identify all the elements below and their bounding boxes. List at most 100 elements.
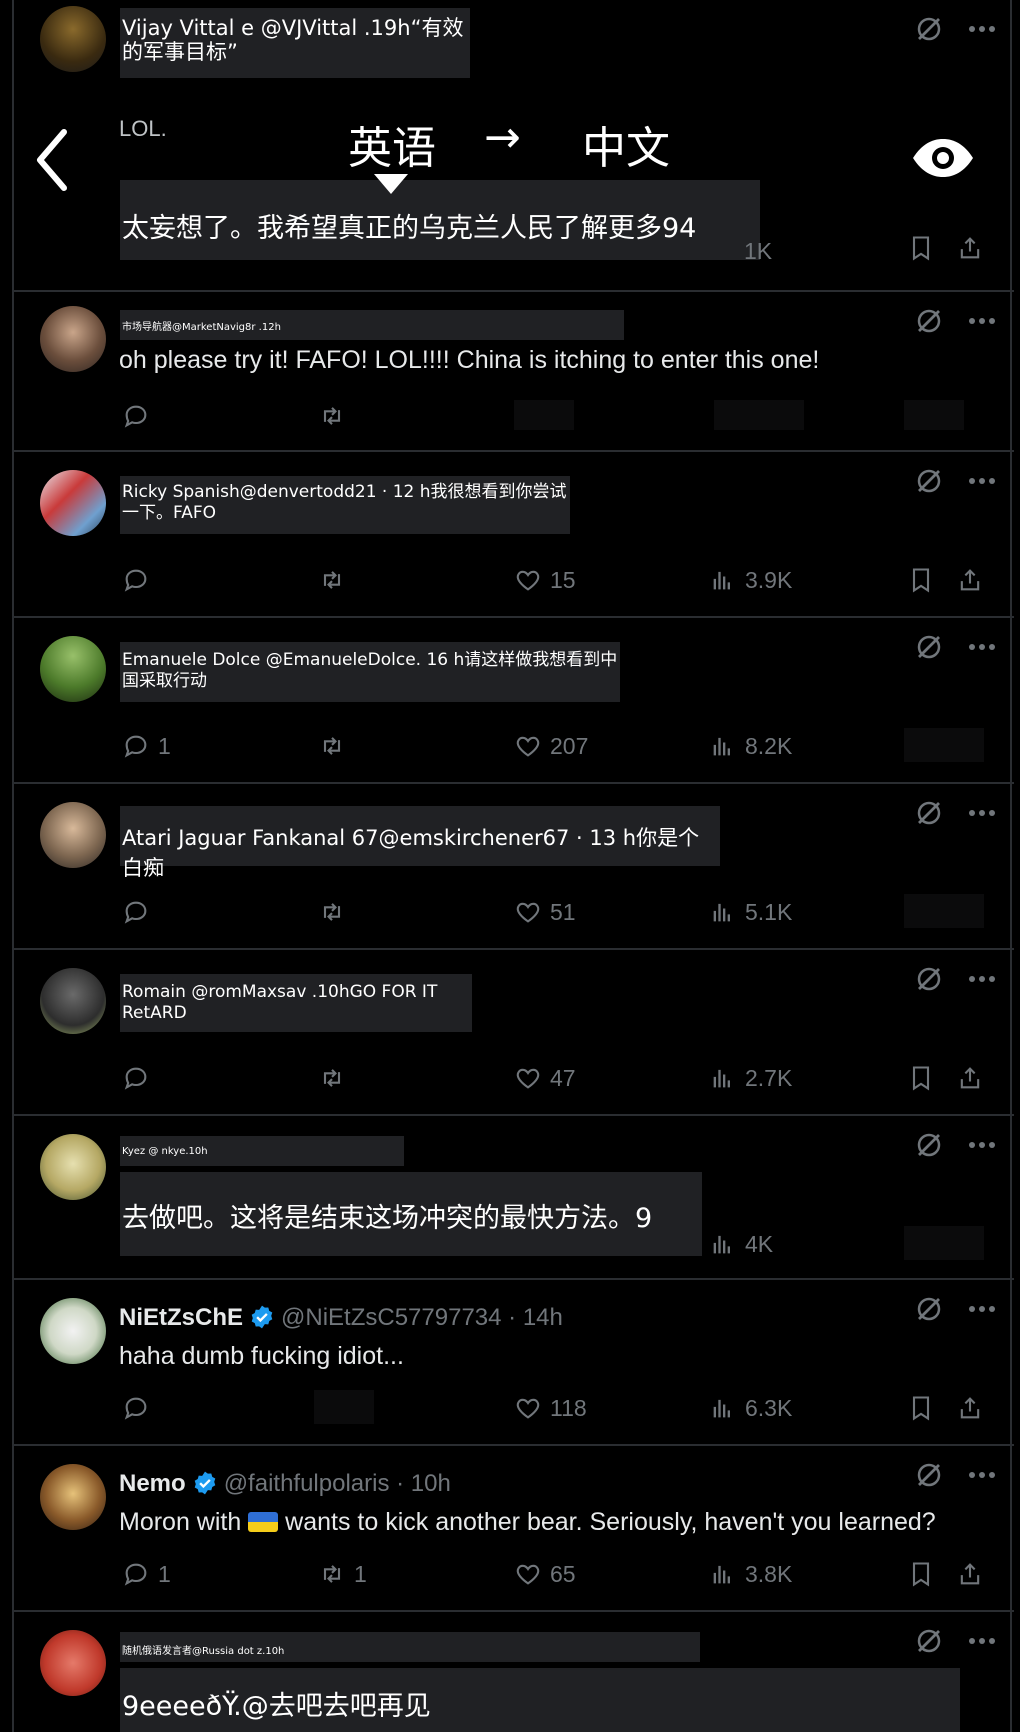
retweet-icon[interactable]	[318, 732, 346, 760]
grok-icon[interactable]	[914, 1294, 944, 1324]
tweet-menu	[914, 1130, 996, 1160]
reply-icon[interactable]	[122, 566, 150, 594]
views-button[interactable]: 4K	[709, 1230, 773, 1258]
bookmark-icon[interactable]	[907, 1394, 935, 1422]
like-button[interactable]: 118	[514, 1394, 587, 1422]
reply-icon[interactable]	[122, 402, 150, 430]
retweet-button[interactable]: 1	[318, 1560, 367, 1588]
translation-overlay: Kyez @ nkye.10h	[120, 1136, 404, 1166]
target-language-button[interactable]: 中文	[582, 112, 670, 176]
like-button[interactable]: 51	[514, 898, 576, 926]
grok-icon[interactable]	[914, 1130, 944, 1160]
views-button[interactable]: 3.8K	[709, 1560, 792, 1588]
heart-icon	[514, 1394, 542, 1422]
tweet[interactable]: NiEtZsChE @NiEtZsC57797734 · 14h haha dum…	[14, 1280, 1014, 1446]
grok-icon[interactable]	[914, 964, 944, 994]
tweet-body: oh please try it! FAFO! LOL!!!! China is…	[119, 346, 820, 374]
avatar[interactable]	[40, 1464, 106, 1530]
redacted-area	[714, 400, 804, 430]
views-button[interactable]: 2.7K	[709, 1064, 792, 1092]
avatar[interactable]	[40, 6, 106, 72]
grok-icon[interactable]	[914, 798, 944, 828]
reply-icon[interactable]	[122, 898, 150, 926]
views-button[interactable]: 8.2K	[709, 732, 792, 760]
avatar[interactable]	[40, 1298, 106, 1364]
avatar[interactable]	[40, 470, 106, 536]
tweet[interactable]: 市场导航器@MarketNavig8r .12h oh please try i…	[14, 292, 1014, 452]
reply-icon[interactable]	[122, 1394, 150, 1422]
verified-badge-icon	[192, 1470, 218, 1496]
tweet-feed: Vijay Vittal e @VJVittal .19h“有效的军事目标” L…	[12, 0, 1014, 1732]
like-button[interactable]: 207	[514, 732, 588, 760]
bookmark-icon[interactable]	[907, 1560, 935, 1588]
tweet-header: NiEtZsChE @NiEtZsC57797734 · 14h	[119, 1304, 563, 1332]
more-icon[interactable]	[968, 1471, 996, 1479]
tweet-menu	[914, 632, 996, 662]
share-icon[interactable]	[956, 1394, 984, 1422]
bookmark-icon[interactable]	[907, 1064, 935, 1092]
reply-button[interactable]: 1	[122, 1560, 171, 1588]
tweet[interactable]: Atari Jaguar Fankanal 67@emskirchener67 …	[14, 784, 1014, 950]
share-icon[interactable]	[956, 566, 984, 594]
views-count[interactable]: 1K	[744, 238, 772, 265]
avatar[interactable]	[40, 1630, 106, 1696]
grok-icon[interactable]	[914, 466, 944, 496]
tweet[interactable]: Nemo @faithfulpolaris · 10h Moron with wa…	[14, 1446, 1014, 1612]
handle-and-time: @NiEtZsC57797734 · 14h	[281, 1304, 563, 1331]
tweet[interactable]: Kyez @ nkye.10h 去做吧。这将是结束这场冲突的最快方法。9 4K	[14, 1116, 1014, 1280]
retweet-icon[interactable]	[318, 898, 346, 926]
reply-button[interactable]: 1	[122, 732, 171, 760]
reply-icon[interactable]	[122, 1064, 150, 1092]
more-icon[interactable]	[968, 1305, 996, 1313]
retweet-icon[interactable]	[318, 402, 346, 430]
retweet-icon[interactable]	[318, 1064, 346, 1092]
redacted-area	[904, 400, 964, 430]
views-icon	[709, 1230, 737, 1258]
views-button[interactable]: 6.3K	[709, 1394, 792, 1422]
avatar[interactable]	[40, 1134, 106, 1200]
views-button[interactable]: 3.9K	[709, 566, 792, 594]
tweet[interactable]: Ricky Spanish@denvertodd21 · 12 h我很想看到你尝…	[14, 452, 1014, 618]
display-name[interactable]: Nemo	[119, 1470, 186, 1497]
grok-icon[interactable]	[914, 14, 944, 44]
grok-icon[interactable]	[914, 306, 944, 336]
more-icon[interactable]	[968, 809, 996, 817]
more-icon[interactable]	[968, 1141, 996, 1149]
tweet[interactable]: 随机俄语发言者@Russia dot z.10h 9eeeeðŸ.@去吧去吧再见	[14, 1612, 1014, 1732]
views-icon	[709, 1560, 737, 1588]
bookmark-icon[interactable]	[907, 566, 935, 594]
back-arrow-icon[interactable]	[32, 128, 72, 192]
heart-icon	[514, 732, 542, 760]
share-icon[interactable]	[956, 1064, 984, 1092]
more-icon[interactable]	[968, 477, 996, 485]
bookmark-icon[interactable]	[907, 234, 935, 262]
more-icon[interactable]	[968, 1637, 996, 1645]
heart-icon	[514, 1064, 542, 1092]
more-icon[interactable]	[968, 643, 996, 651]
more-icon[interactable]	[968, 25, 996, 33]
verified-badge-icon	[249, 1304, 275, 1330]
avatar[interactable]	[40, 968, 106, 1034]
retweet-icon[interactable]	[318, 566, 346, 594]
views-button[interactable]: 5.1K	[709, 898, 792, 926]
grok-icon[interactable]	[914, 1626, 944, 1656]
source-language-button[interactable]: 英语	[348, 112, 436, 176]
tweet-menu	[914, 1294, 996, 1324]
tweet[interactable]: Romain @romMaxsav .10hGO FOR IT RetARD 4…	[14, 950, 1014, 1116]
grok-icon[interactable]	[914, 632, 944, 662]
avatar[interactable]	[40, 802, 106, 868]
like-button[interactable]: 65	[514, 1560, 576, 1588]
display-name[interactable]: NiEtZsChE	[119, 1304, 243, 1331]
share-icon[interactable]	[956, 1560, 984, 1588]
like-button[interactable]: 15	[514, 566, 576, 594]
avatar[interactable]	[40, 306, 106, 372]
more-icon[interactable]	[968, 317, 996, 325]
like-button[interactable]: 47	[514, 1064, 576, 1092]
grok-icon[interactable]	[914, 1460, 944, 1490]
eye-icon[interactable]	[910, 136, 976, 180]
more-icon[interactable]	[968, 975, 996, 983]
tweet-header-translated: Vijay Vittal e @VJVittal .19h“有效的军事目标”	[122, 16, 464, 64]
share-icon[interactable]	[956, 234, 984, 262]
tweet[interactable]: Emanuele Dolce @EmanueleDolce. 16 h请这样做我…	[14, 618, 1014, 784]
avatar[interactable]	[40, 636, 106, 702]
